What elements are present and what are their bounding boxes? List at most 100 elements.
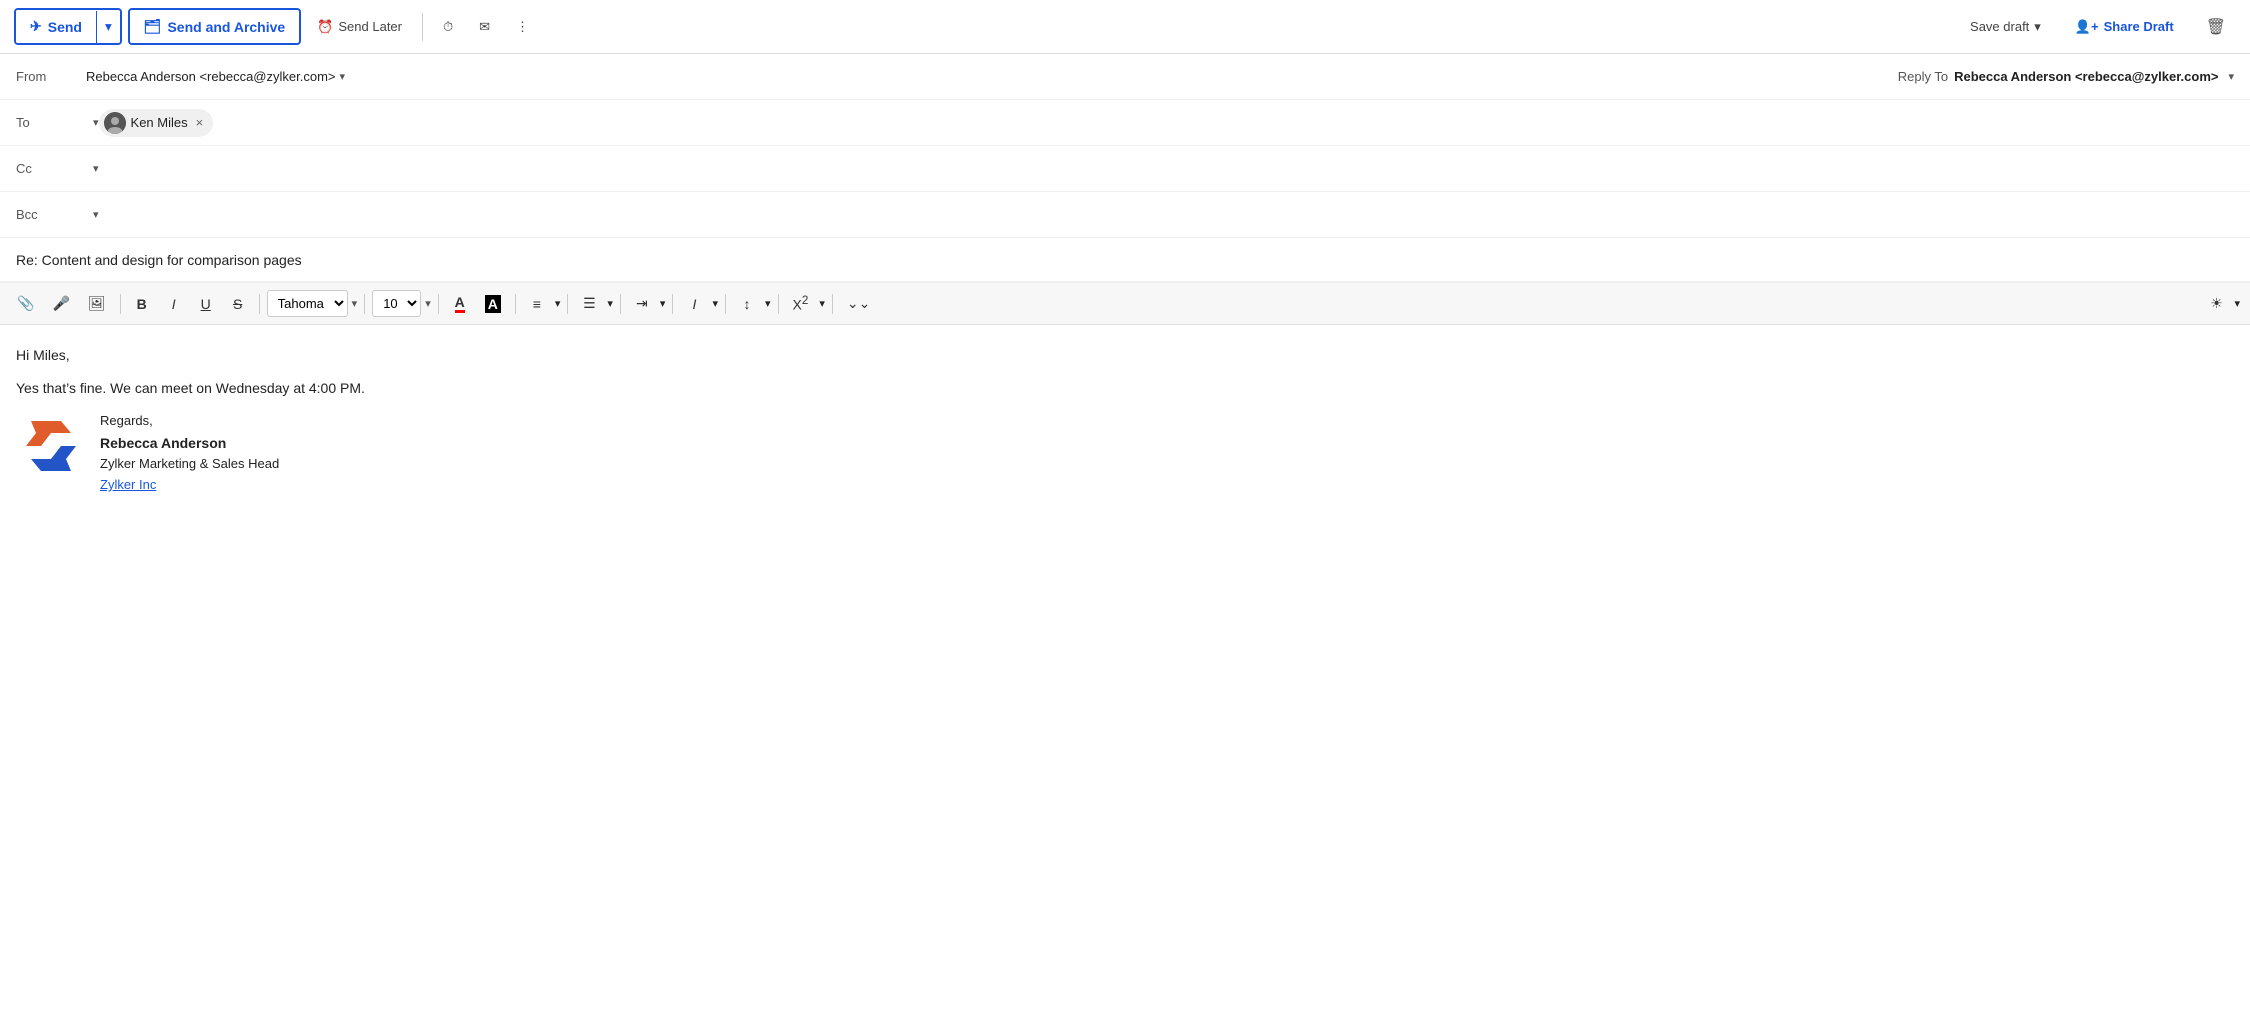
fmt-divider-9 <box>725 294 726 314</box>
image-button[interactable]: 🖼 <box>81 290 113 317</box>
send-button[interactable]: ✈ Send <box>16 10 96 43</box>
highlight-button[interactable]: A <box>478 290 508 318</box>
font-size-select[interactable]: 10 <box>372 290 421 317</box>
send-later-label: Send Later <box>338 19 402 34</box>
fmt-divider-8 <box>672 294 673 314</box>
italic-button[interactable]: I <box>160 291 188 317</box>
delete-button[interactable]: 🗑 <box>2196 10 2236 44</box>
fontsize-dropdown-icon: ▾ <box>425 297 431 310</box>
more-format-icon: ⌄⌄ <box>847 295 870 312</box>
format-toolbar: 📎 🎤 🖼 B I U S Tahoma ▾ 10 ▾ A A ≡ ▾ ☰ <box>0 283 2250 325</box>
reply-to-group: Reply To Rebecca Anderson <rebecca@zylke… <box>1898 69 2234 84</box>
align-dropdown[interactable]: ▾ <box>555 297 561 310</box>
share-draft-button[interactable]: 👤+ Share Draft <box>2063 12 2186 42</box>
signature-text: Regards, Rebecca Anderson Zylker Marketi… <box>100 411 279 496</box>
to-label-group: To ▾ <box>16 115 99 130</box>
attach-button[interactable]: 📎 <box>10 290 41 317</box>
font-family-select[interactable]: Tahoma <box>267 290 348 317</box>
bcc-label: Bcc <box>16 207 86 222</box>
font-color-button[interactable]: A <box>446 289 474 318</box>
cc-dropdown[interactable]: ▾ <box>93 162 99 175</box>
fmt-divider-5 <box>515 294 516 314</box>
theme-dropdown[interactable]: ▾ <box>2234 297 2240 310</box>
envelope-button[interactable]: ✉ <box>469 12 500 42</box>
to-dropdown[interactable]: ▾ <box>93 116 99 129</box>
save-draft-chevron: ▾ <box>2034 19 2041 35</box>
top-toolbar: ✈ Send ▾ 🗂 Send and Archive ⏰ Send Later… <box>0 0 2250 54</box>
send-dropdown-button[interactable]: ▾ <box>96 11 120 43</box>
from-label: From <box>16 69 86 84</box>
recipient-chip: Ken Miles × <box>99 109 214 137</box>
send-icon: ✈ <box>30 18 42 35</box>
save-draft-button[interactable]: Save draft ▾ <box>1958 12 2053 42</box>
more-format-button[interactable]: ⌄⌄ <box>840 290 877 317</box>
from-dropdown[interactable]: ▾ <box>340 70 346 83</box>
bcc-dropdown[interactable]: ▾ <box>93 208 99 221</box>
email-signature: Regards, Rebecca Anderson Zylker Marketi… <box>16 411 2234 496</box>
fmt-divider-7 <box>620 294 621 314</box>
list-button[interactable]: ☰ <box>575 290 603 317</box>
signature-regards: Regards, <box>100 411 279 432</box>
fmt-divider-6 <box>567 294 568 314</box>
underline-button[interactable]: U <box>192 291 220 317</box>
from-value: Rebecca Anderson <rebecca@zylker.com> <box>86 69 336 84</box>
super-dropdown[interactable]: ▾ <box>819 297 825 310</box>
fmt-divider-1 <box>120 294 121 314</box>
share-draft-label: Share Draft <box>2104 19 2174 34</box>
superscript-button[interactable]: X2 <box>786 289 816 318</box>
to-label: To <box>16 115 86 130</box>
list-dropdown[interactable]: ▾ <box>607 297 613 310</box>
alarm-icon: ⏱ <box>443 19 453 35</box>
bcc-row[interactable]: Bcc ▾ <box>0 192 2250 238</box>
cc-row[interactable]: Cc ▾ <box>0 146 2250 192</box>
fmt-divider-10 <box>778 294 779 314</box>
line-height-button[interactable]: ↕ <box>733 291 761 317</box>
image-icon: 🖼 <box>88 295 106 312</box>
toolbar-right: Save draft ▾ 👤+ Share Draft 🗑 <box>1958 10 2236 44</box>
strikethrough-button[interactable]: S <box>224 291 252 317</box>
more-options-button[interactable]: ⋮ <box>506 12 539 42</box>
send-and-archive-button[interactable]: 🗂 Send and Archive <box>128 8 302 45</box>
more-icon: ⋮ <box>516 19 529 35</box>
theme-button[interactable]: ☀ <box>2202 290 2230 317</box>
indent-button[interactable]: ⇥ <box>628 290 656 317</box>
archive-icon: 🗂 <box>144 18 162 35</box>
cc-label: Cc <box>16 161 86 176</box>
fmt-divider-3 <box>364 294 365 314</box>
from-row: From Rebecca Anderson <rebecca@zylker.co… <box>0 54 2250 100</box>
avatar <box>104 112 126 134</box>
subject-text: Re: Content and design for comparison pa… <box>16 252 302 268</box>
superscript-icon: X2 <box>793 294 809 313</box>
reply-to-dropdown[interactable]: ▾ <box>2228 70 2234 83</box>
fmt-divider-11 <box>832 294 833 314</box>
share-icon: 👤+ <box>2075 19 2099 35</box>
line-height-icon: ↕ <box>743 296 750 312</box>
line-height-dropdown[interactable]: ▾ <box>765 297 771 310</box>
signature-title: Zylker Marketing & Sales Head <box>100 454 279 475</box>
align-button[interactable]: ≡ <box>523 291 551 317</box>
signature-company[interactable]: Zylker Inc <box>100 475 279 496</box>
email-body[interactable]: Hi Miles, Yes that’s fine. We can meet o… <box>0 325 2250 625</box>
text-style-dropdown[interactable]: ▾ <box>712 297 718 310</box>
send-later-button[interactable]: ⏰ Send Later <box>307 12 412 42</box>
divider-1 <box>422 13 423 41</box>
remove-recipient-button[interactable]: × <box>196 115 204 130</box>
subject-row: Re: Content and design for comparison pa… <box>0 238 2250 282</box>
list-icon: ☰ <box>583 295 596 312</box>
send-button-group: ✈ Send ▾ <box>14 8 122 45</box>
to-row: To ▾ Ken Miles × <box>0 100 2250 146</box>
mic-button[interactable]: 🎤 <box>45 290 76 317</box>
email-fields: From Rebecca Anderson <rebecca@zylker.co… <box>0 54 2250 283</box>
fmt-divider-2 <box>259 294 260 314</box>
text-style-button[interactable]: I <box>680 291 708 317</box>
envelope-icon: ✉ <box>479 19 490 35</box>
brightness-icon: ☀ <box>2210 295 2223 312</box>
body-content: Yes that’s fine. We can meet on Wednesda… <box>16 378 2234 399</box>
send-label: Send <box>48 19 82 35</box>
indent-icon: ⇥ <box>636 295 648 312</box>
alarm-button[interactable]: ⏱ <box>433 12 463 42</box>
bold-button[interactable]: B <box>128 291 156 317</box>
indent-dropdown[interactable]: ▾ <box>660 297 666 310</box>
reply-to-label: Reply To <box>1898 69 1948 84</box>
recipient-name: Ken Miles <box>131 115 188 130</box>
